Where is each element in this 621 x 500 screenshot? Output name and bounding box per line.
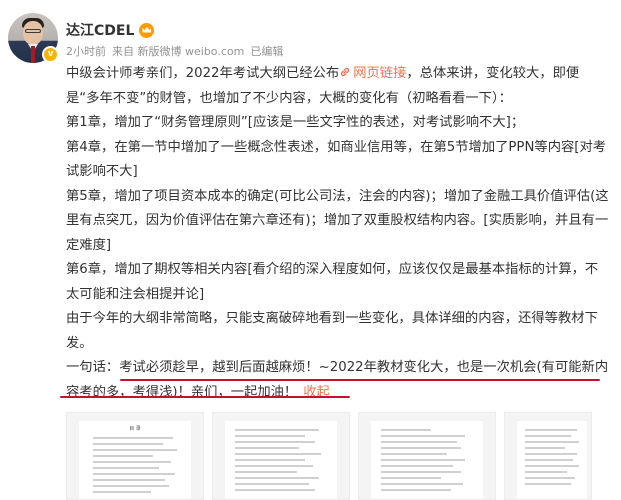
chapter-5-note: 第5章，增加了项目资本成本的确定(可比公司法，注会的内容)；增加了金融工具价值评… <box>66 188 609 253</box>
chapter-1-note: 第1章，增加了“财务管理原则”[应该是一些文字性的表述，对考试影响不大]； <box>66 115 525 130</box>
edited-label[interactable]: 已编辑 <box>250 43 283 59</box>
chapter-6-note: 第6章，增加了期权等相关内容[看介绍的深入程度如何，应该仅仅是最基本指标的计算，… <box>66 262 599 302</box>
avatar[interactable]: v <box>8 13 59 63</box>
post-content: 中级会计师考亲们，2022年考试大纲已经公布 网页链接，总体来讲，变化较大，即便是… <box>66 62 611 405</box>
user-header: 达江CDEL <box>66 20 155 40</box>
user-name-link[interactable]: 达江CDEL <box>66 20 134 40</box>
summary-note: 由于今年的大纲非常简略，只能支离破碎地看到一些变化，具体详细的内容，还得等教材下… <box>66 311 598 351</box>
post-intro: 中级会计师考亲们，2022年考试大纲已经公布 网页链接，总体来讲，变化较大，即便是… <box>66 66 580 106</box>
post-meta: 2小时前 来自 新版微博 weibo.com 已编辑 <box>66 43 283 59</box>
thumbnail-3[interactable] <box>358 412 496 500</box>
thumbnail-4[interactable] <box>504 412 592 500</box>
verified-badge-icon: v <box>42 46 59 63</box>
thumbnail-1[interactable]: 目 录 <box>66 412 204 500</box>
link-icon <box>341 67 350 77</box>
red-underline-2 <box>60 396 350 398</box>
post-source: 来自 新版微博 weibo.com <box>112 45 245 58</box>
red-underline-1 <box>120 379 600 381</box>
post-time[interactable]: 2小时前 <box>66 43 106 59</box>
vip-crown-icon[interactable] <box>139 22 155 38</box>
web-link[interactable]: 网页链接 <box>339 66 406 81</box>
chapter-4-note: 第4章，在第一节中增加了一些概念性表述，如商业信用等，在第5节增加了PPN等内容… <box>66 139 607 180</box>
thumbnail-2[interactable] <box>212 412 350 500</box>
image-thumbnails: 目 录 <box>66 412 592 500</box>
